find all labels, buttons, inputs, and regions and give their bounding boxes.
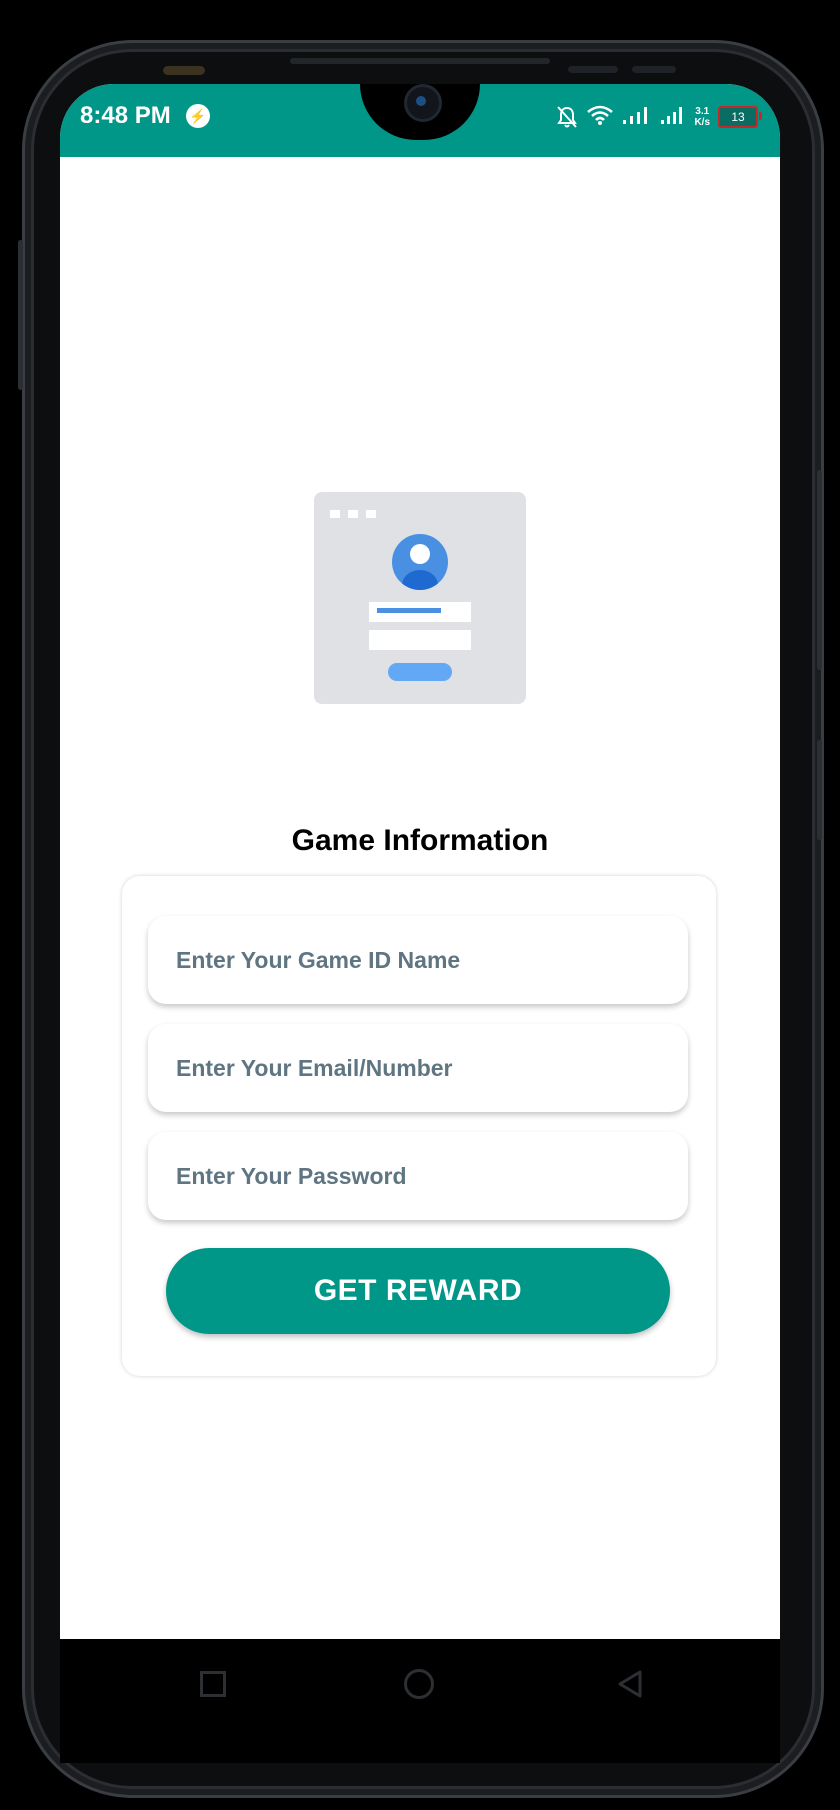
page-title: Game Information — [291, 824, 549, 857]
front-camera — [404, 84, 442, 122]
volume-button — [18, 240, 23, 390]
network-speed-value: 3.1 — [695, 106, 710, 117]
game-id-field-box — [148, 916, 688, 1004]
email-number-input[interactable] — [148, 1024, 688, 1112]
status-time: 8:48 PM — [80, 102, 171, 129]
game-id-input[interactable] — [148, 916, 688, 1004]
battery-level: 13 — [731, 110, 745, 124]
bell-off-icon — [556, 105, 578, 129]
earpiece-speaker — [290, 58, 550, 64]
sensor — [568, 66, 618, 73]
navigation-bar — [60, 1639, 780, 1763]
password-input[interactable] — [148, 1132, 688, 1220]
messenger-icon: ⚡ — [186, 104, 210, 128]
user-avatar-icon — [392, 534, 448, 590]
signal-icon-2 — [660, 105, 686, 130]
side-button — [817, 740, 822, 840]
username-line — [369, 602, 471, 622]
network-speed-unit: K/s — [694, 117, 710, 128]
app-screen: 8:48 PM ⚡ 3.1 K/s 13 Game Information En… — [60, 84, 780, 1639]
login-button-shape — [388, 663, 452, 681]
status-indicators: 3.1 K/s 13 — [556, 102, 762, 132]
window-dot — [366, 510, 376, 518]
recent-apps-icon[interactable] — [200, 1671, 226, 1697]
get-reward-button[interactable]: GET REWARD — [166, 1248, 670, 1334]
wifi-icon — [586, 104, 614, 131]
form-card: GET REWARD — [122, 876, 716, 1376]
password-field-box — [148, 1132, 688, 1220]
password-line — [369, 630, 471, 650]
power-button — [817, 470, 822, 670]
sensor — [632, 66, 676, 73]
battery-icon: 13 — [718, 106, 762, 128]
network-speed: 3.1 K/s — [694, 106, 710, 128]
proximity-sensor — [163, 66, 205, 75]
email-field-box — [148, 1024, 688, 1112]
window-dot — [348, 510, 358, 518]
back-icon[interactable] — [616, 1669, 646, 1699]
window-dot — [330, 510, 340, 518]
signal-icon — [622, 105, 652, 130]
home-icon[interactable] — [404, 1669, 434, 1699]
login-card-illustration — [314, 492, 526, 704]
